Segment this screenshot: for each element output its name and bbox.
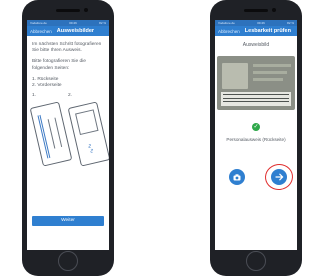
time-label: 09:46 bbox=[69, 21, 77, 25]
mrz-zone bbox=[221, 92, 291, 106]
highlight-circle bbox=[263, 162, 295, 192]
id-card-front-icon: ∿∿ bbox=[67, 101, 109, 167]
scan-block bbox=[222, 63, 248, 89]
scan-block bbox=[253, 78, 283, 81]
signature-icon: ∿∿ bbox=[85, 143, 95, 155]
scan-block bbox=[253, 71, 287, 74]
retake-photo-button[interactable] bbox=[229, 169, 245, 185]
home-button[interactable] bbox=[58, 251, 78, 271]
id-card-illustration: ∿∿ bbox=[29, 98, 109, 178]
camera-icon bbox=[233, 173, 241, 180]
page-title: Ausweisbilder bbox=[56, 28, 95, 34]
phone-camera bbox=[84, 8, 88, 12]
nav-bar: Abbrechen Ausweisbilder bbox=[27, 26, 109, 36]
phone-camera bbox=[272, 8, 276, 12]
content: Im nächsten Schritt fotografieren Sie bi… bbox=[27, 36, 109, 178]
screen-ausweisbilder: Vodafone.de 09:46 82 % Abbrechen Ausweis… bbox=[27, 20, 109, 250]
sides-intro-text: Bitte fotografieren Sie die folgenden Se… bbox=[32, 59, 86, 71]
card-photo-area bbox=[75, 109, 99, 136]
page-title: Lesbarkeit prüfen bbox=[244, 28, 291, 34]
home-button[interactable] bbox=[246, 251, 266, 271]
nav-bar: Abbrechen Lesbarkeit prüfen bbox=[215, 26, 297, 36]
sides-list: 1. Rückseite 2. Vorderseite bbox=[32, 77, 104, 89]
cancel-button[interactable]: Abbrechen bbox=[30, 29, 52, 34]
phone-left: Vodafone.de 09:46 82 % Abbrechen Ausweis… bbox=[22, 0, 114, 276]
scan-block bbox=[253, 64, 291, 67]
id-card-scan-image bbox=[217, 56, 295, 110]
phone-speaker bbox=[56, 9, 80, 12]
image-caption: Personalausweis (Rückseite) bbox=[226, 137, 286, 142]
battery-label: 82 % bbox=[99, 21, 106, 25]
time-label: 09:46 bbox=[257, 21, 265, 25]
phone-speaker bbox=[244, 9, 268, 12]
carrier-label: Vodafone.de bbox=[218, 21, 235, 25]
battery-label: 82 % bbox=[287, 21, 294, 25]
cancel-button[interactable]: Abbrechen bbox=[218, 29, 240, 34]
section-title: Ausweisbild bbox=[242, 42, 270, 48]
id-card-back-icon bbox=[29, 101, 73, 167]
phone-right: Vodafone.de 09:46 82 % Abbrechen Lesbark… bbox=[210, 0, 302, 276]
card-lines bbox=[47, 117, 63, 149]
carrier-label: Vodafone.de bbox=[30, 21, 47, 25]
list-item: 2. Vorderseite bbox=[32, 83, 62, 89]
screen-lesbarkeit: Vodafone.de 09:46 82 % Abbrechen Lesbark… bbox=[215, 20, 297, 250]
weiter-button[interactable]: Weiter bbox=[32, 216, 104, 226]
check-icon: ✓ bbox=[252, 123, 260, 131]
instruction-text: Im nächsten Schritt fotografieren Sie bi… bbox=[32, 42, 102, 54]
